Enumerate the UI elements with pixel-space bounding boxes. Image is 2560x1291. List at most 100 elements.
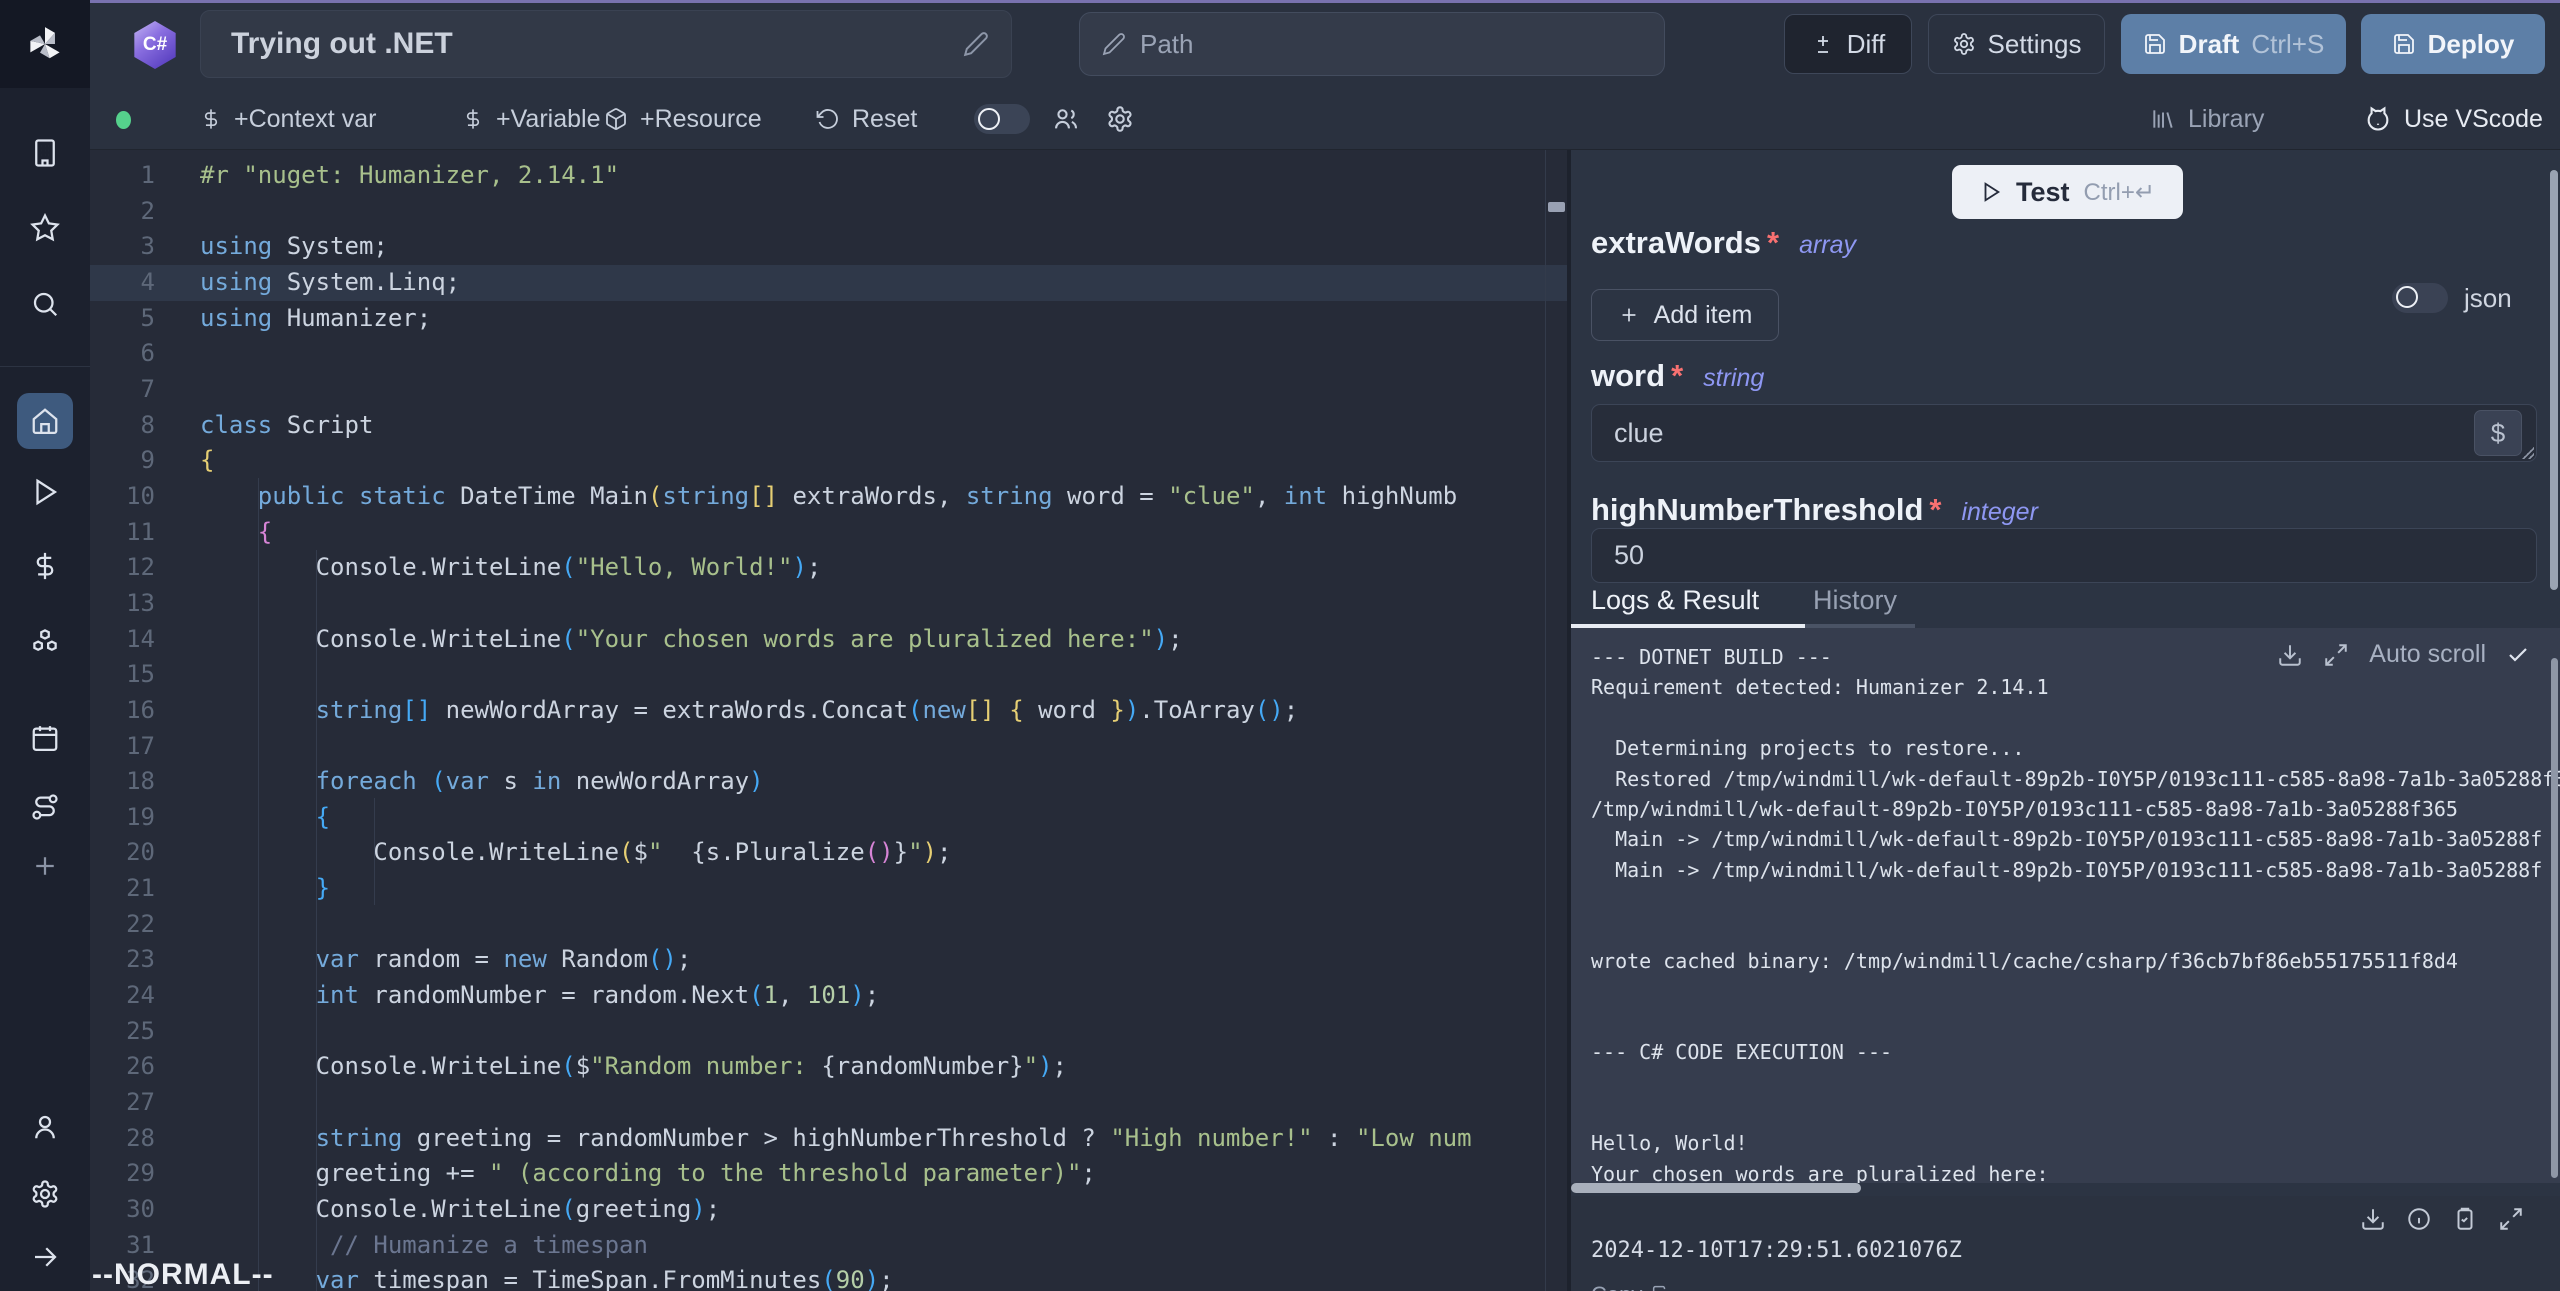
resize-handle[interactable] — [2522, 447, 2534, 459]
code-text: { — [200, 443, 214, 479]
word-input[interactable]: clue $ — [1591, 404, 2537, 462]
add-resource-button[interactable]: +Resource — [604, 88, 762, 150]
code-line[interactable]: 18 foreach (var s in newWordArray) — [90, 764, 1567, 800]
code-line[interactable]: 31 // Humanize a timespan — [90, 1228, 1567, 1264]
toggle-switch[interactable] — [974, 104, 1030, 134]
add-variable-button[interactable]: +Variable — [462, 88, 600, 150]
draft-button[interactable]: Draft Ctrl+S — [2121, 14, 2346, 74]
code-line[interactable]: 28 string greeting = randomNumber > high… — [90, 1121, 1567, 1157]
code-text: { — [200, 515, 272, 551]
code-line[interactable]: 27 — [90, 1085, 1567, 1121]
code-line[interactable]: 6 — [90, 336, 1567, 372]
code-line[interactable]: 19 { — [90, 800, 1567, 836]
test-button[interactable]: Test Ctrl+↵ — [1952, 165, 2183, 219]
sidebar-item-workspace[interactable] — [17, 125, 73, 181]
deploy-button[interactable]: Deploy — [2361, 14, 2545, 74]
sidebar-item-search[interactable] — [17, 276, 73, 332]
add-context-var-button[interactable]: +Context var — [200, 88, 376, 150]
code-line[interactable]: 14 Console.WriteLine("Your chosen words … — [90, 622, 1567, 658]
sidebar-item-home[interactable] — [17, 393, 73, 449]
calendar-icon — [30, 723, 60, 753]
required-star: * — [1767, 225, 1779, 261]
panel-scrollbar-thumb[interactable] — [2550, 170, 2558, 590]
json-toggle[interactable] — [2392, 283, 2448, 313]
code-line[interactable]: 8class Script — [90, 408, 1567, 444]
log-line: Determining projects to restore... — [1591, 733, 2560, 763]
path-button[interactable]: Path u/etienne/microsoft_java_test — [1079, 12, 1665, 76]
library-button[interactable]: Library — [2150, 88, 2264, 150]
use-vscode-button[interactable]: Use VScode — [2364, 88, 2543, 150]
copy-result-button[interactable]: Copy — [1591, 1282, 1672, 1291]
line-number: 27 — [90, 1085, 155, 1121]
code-line[interactable]: 16 string[] newWordArray = extraWords.Co… — [90, 693, 1567, 729]
code-line[interactable]: 29 greeting += " (according to the thres… — [90, 1156, 1567, 1192]
code-line[interactable]: 21 } — [90, 871, 1567, 907]
sidebar-collapse[interactable] — [17, 1229, 73, 1285]
add-item-button[interactable]: Add item — [1591, 289, 1779, 341]
code-line[interactable]: 30 Console.WriteLine(greeting); — [90, 1192, 1567, 1228]
concurrent-edit-toggle[interactable] — [974, 88, 1030, 150]
sidebar-item-account[interactable] — [17, 1099, 73, 1155]
tab-logs-result[interactable]: Logs & Result — [1591, 585, 1759, 616]
editor-scrollbar-track[interactable] — [1545, 150, 1546, 1291]
code-line[interactable]: 12 Console.WriteLine("Hello, World!"); — [90, 550, 1567, 586]
logs-hscrollbar-thumb[interactable] — [1571, 1183, 1861, 1193]
code-line[interactable]: 9{ — [90, 443, 1567, 479]
code-text: string greeting = randomNumber > highNum… — [200, 1121, 1472, 1157]
edit-title-icon[interactable] — [963, 31, 989, 57]
sidebar-item-schedules[interactable] — [17, 710, 73, 766]
editor-settings-button[interactable] — [1106, 88, 1134, 150]
diff-button[interactable]: Diff — [1784, 14, 1912, 74]
code-line[interactable]: 23 var random = new Random(); — [90, 942, 1567, 978]
code-line[interactable]: 25 — [90, 1014, 1567, 1050]
code-line[interactable]: 3using System; — [90, 229, 1567, 265]
tab-history[interactable]: History — [1813, 585, 1897, 616]
sidebar-item-runs[interactable] — [17, 464, 73, 520]
code-line[interactable]: 15 — [90, 657, 1567, 693]
editor-scrollbar-thumb[interactable] — [1548, 202, 1565, 212]
code-text: public static DateTime Main(string[] ext… — [200, 479, 1457, 515]
code-line[interactable]: 11 { — [90, 515, 1567, 551]
building-icon — [30, 138, 60, 168]
path-label: Path — [1140, 29, 1194, 60]
line-number: 25 — [90, 1014, 155, 1050]
sidebar-item-favorites[interactable] — [17, 200, 73, 256]
code-line[interactable]: 5using Humanizer; — [90, 301, 1567, 337]
plus-icon — [1618, 304, 1640, 326]
line-number: 4 — [90, 265, 155, 301]
expand-icon[interactable] — [2498, 1206, 2524, 1232]
csharp-language-icon: C# — [133, 21, 177, 69]
download-icon[interactable] — [2360, 1206, 2386, 1232]
sidebar-item-variables[interactable] — [17, 538, 73, 594]
logs-pane[interactable]: Auto scroll --- DOTNET BUILD ---Requirem… — [1571, 628, 2560, 1183]
insert-variable-button[interactable]: $ — [2474, 410, 2522, 456]
code-line[interactable]: 7 — [90, 372, 1567, 408]
code-line[interactable]: 32 var timespan = TimeSpan.FromMinutes(9… — [90, 1263, 1567, 1291]
collaborators-button[interactable] — [1052, 88, 1080, 150]
clipboard-copy-icon[interactable] — [2452, 1206, 2478, 1232]
sidebar-item-flows[interactable] — [17, 779, 73, 835]
script-title-field[interactable]: Trying out .NET — [200, 10, 1012, 78]
log-lines: --- DOTNET BUILD ---Requirement detected… — [1591, 642, 2560, 1183]
sidebar-item-add[interactable] — [17, 838, 73, 894]
draft-shortcut: Ctrl+S — [2251, 29, 2324, 60]
threshold-input[interactable]: 50 — [1591, 528, 2537, 583]
code-line[interactable]: 2 — [90, 194, 1567, 230]
code-line[interactable]: 24 int randomNumber = random.Next(1, 101… — [90, 978, 1567, 1014]
settings-button[interactable]: Settings — [1928, 14, 2105, 74]
code-line[interactable]: 4using System.Linq; — [90, 265, 1567, 301]
windmill-logo[interactable] — [0, 0, 90, 88]
code-editor[interactable]: 1#r "nuget: Humanizer, 2.14.1"23using Sy… — [90, 150, 1567, 1291]
code-line[interactable]: 22 — [90, 907, 1567, 943]
code-line[interactable]: 20 Console.WriteLine($" {s.Pluralize()}"… — [90, 835, 1567, 871]
code-line[interactable]: 1#r "nuget: Humanizer, 2.14.1" — [90, 158, 1567, 194]
info-icon[interactable] — [2406, 1206, 2432, 1232]
code-line[interactable]: 26 Console.WriteLine($"Random number: {r… — [90, 1049, 1567, 1085]
reset-button[interactable]: Reset — [816, 88, 917, 150]
sidebar-item-settings[interactable] — [17, 1166, 73, 1222]
logs-vscrollbar-thumb[interactable] — [2551, 658, 2558, 1178]
sidebar-item-resources[interactable] — [17, 613, 73, 669]
code-line[interactable]: 17 — [90, 729, 1567, 765]
code-line[interactable]: 13 — [90, 586, 1567, 622]
code-line[interactable]: 10 public static DateTime Main(string[] … — [90, 479, 1567, 515]
